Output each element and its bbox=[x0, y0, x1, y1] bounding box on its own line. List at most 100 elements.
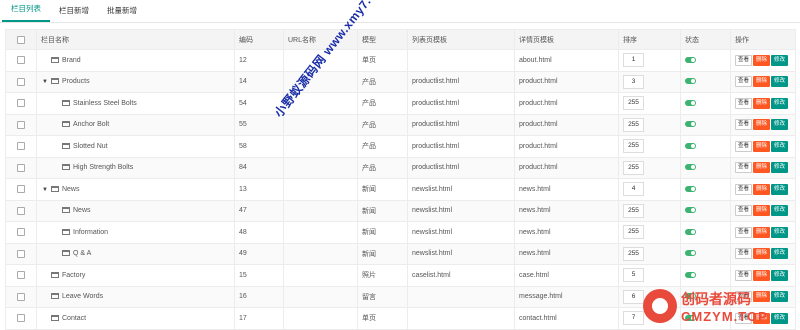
header-select-all[interactable] bbox=[5, 29, 37, 50]
row-select[interactable] bbox=[5, 135, 37, 158]
edit-button[interactable]: 修改 bbox=[771, 140, 789, 152]
edit-button[interactable]: 修改 bbox=[771, 183, 789, 195]
row-checkbox[interactable] bbox=[17, 228, 25, 237]
cell-name: Factory bbox=[36, 264, 235, 287]
row-select[interactable] bbox=[5, 156, 37, 179]
row-checkbox[interactable] bbox=[17, 142, 25, 151]
edit-button[interactable]: 修改 bbox=[771, 269, 789, 281]
row-checkbox[interactable] bbox=[17, 99, 25, 108]
cell-list-template: productlist.html bbox=[407, 92, 515, 115]
view-button[interactable]: 查看 bbox=[735, 54, 753, 66]
edit-button[interactable]: 修改 bbox=[771, 226, 789, 238]
row-checkbox[interactable] bbox=[17, 120, 25, 129]
view-button[interactable]: 查看 bbox=[735, 140, 753, 152]
select-all-checkbox[interactable] bbox=[17, 35, 25, 44]
edit-button[interactable]: 修改 bbox=[771, 162, 789, 174]
sort-input[interactable]: 1 bbox=[623, 53, 644, 68]
view-button[interactable]: 查看 bbox=[735, 183, 753, 195]
status-toggle[interactable] bbox=[685, 56, 696, 63]
cell-list-template: caselist.html bbox=[407, 264, 515, 287]
delete-button[interactable]: 删除 bbox=[753, 119, 771, 131]
row-checkbox[interactable] bbox=[17, 206, 25, 215]
cell-actions: 查看 删除 修改 bbox=[730, 156, 796, 179]
view-button[interactable]: 查看 bbox=[735, 97, 753, 109]
delete-button[interactable]: 删除 bbox=[753, 248, 771, 260]
delete-button[interactable]: 删除 bbox=[753, 54, 771, 66]
sort-input[interactable]: 255 bbox=[623, 225, 644, 240]
sort-input[interactable]: 4 bbox=[623, 182, 644, 197]
edit-button[interactable]: 修改 bbox=[771, 97, 789, 109]
status-toggle[interactable] bbox=[685, 164, 696, 171]
status-toggle[interactable] bbox=[685, 185, 696, 192]
status-toggle[interactable] bbox=[685, 250, 696, 257]
cell-detail-template: contact.html bbox=[514, 307, 619, 330]
view-button[interactable]: 查看 bbox=[735, 248, 753, 260]
sort-input[interactable]: 255 bbox=[623, 139, 644, 154]
status-toggle[interactable] bbox=[685, 121, 696, 128]
row-select[interactable] bbox=[5, 285, 37, 308]
sort-input[interactable]: 3 bbox=[623, 74, 644, 89]
delete-button[interactable]: 删除 bbox=[753, 205, 771, 217]
row-checkbox[interactable] bbox=[17, 185, 25, 194]
cell-list-template: productlist.html bbox=[407, 113, 515, 136]
sort-input[interactable]: 255 bbox=[623, 117, 644, 132]
delete-button[interactable]: 删除 bbox=[753, 76, 771, 88]
row-select[interactable] bbox=[5, 70, 37, 93]
collapse-caret-icon[interactable]: ▼ bbox=[42, 79, 48, 85]
row-select[interactable] bbox=[5, 307, 37, 330]
delete-button[interactable]: 删除 bbox=[753, 269, 771, 281]
delete-button[interactable]: 删除 bbox=[753, 97, 771, 109]
row-select[interactable] bbox=[5, 49, 37, 72]
delete-button[interactable]: 删除 bbox=[753, 226, 771, 238]
view-button[interactable]: 查看 bbox=[735, 119, 753, 131]
status-toggle[interactable] bbox=[685, 228, 696, 235]
view-button[interactable]: 查看 bbox=[735, 226, 753, 238]
tab-column-list[interactable]: 栏目列表 bbox=[2, 0, 50, 22]
row-checkbox[interactable] bbox=[17, 77, 25, 86]
row-select[interactable] bbox=[5, 178, 37, 201]
view-button[interactable]: 查看 bbox=[735, 269, 753, 281]
status-toggle[interactable] bbox=[685, 99, 696, 106]
row-select[interactable] bbox=[5, 221, 37, 244]
edit-button[interactable]: 修改 bbox=[771, 119, 789, 131]
row-checkbox[interactable] bbox=[17, 163, 25, 172]
view-button[interactable]: 查看 bbox=[735, 76, 753, 88]
edit-button[interactable]: 修改 bbox=[771, 248, 789, 260]
sort-input[interactable]: 6 bbox=[623, 289, 644, 304]
sort-input[interactable]: 5 bbox=[623, 268, 644, 283]
sort-input[interactable]: 255 bbox=[623, 203, 644, 218]
sort-input[interactable]: 255 bbox=[623, 96, 644, 111]
collapse-caret-icon[interactable]: ▼ bbox=[42, 187, 48, 193]
row-select[interactable] bbox=[5, 199, 37, 222]
delete-button[interactable]: 删除 bbox=[753, 162, 771, 174]
row-select[interactable] bbox=[5, 92, 37, 115]
row-select[interactable] bbox=[5, 113, 37, 136]
tab-batch-add[interactable]: 批量新增 bbox=[98, 2, 146, 22]
row-checkbox[interactable] bbox=[17, 314, 25, 323]
sort-input[interactable]: 255 bbox=[623, 160, 644, 175]
delete-button[interactable]: 删除 bbox=[753, 183, 771, 195]
row-select[interactable] bbox=[5, 264, 37, 287]
view-button[interactable]: 查看 bbox=[735, 205, 753, 217]
view-button[interactable]: 查看 bbox=[735, 162, 753, 174]
sort-input[interactable]: 255 bbox=[623, 246, 644, 261]
row-select[interactable] bbox=[5, 242, 37, 265]
sort-input[interactable]: 7 bbox=[623, 311, 644, 326]
delete-button[interactable]: 删除 bbox=[753, 140, 771, 152]
row-checkbox[interactable] bbox=[17, 271, 25, 280]
row-checkbox[interactable] bbox=[17, 292, 25, 301]
edit-button[interactable]: 修改 bbox=[771, 54, 789, 66]
status-toggle[interactable] bbox=[685, 142, 696, 149]
tab-column-add[interactable]: 栏目新增 bbox=[50, 2, 98, 22]
cell-status bbox=[680, 135, 731, 158]
cell-list-template: newslist.html bbox=[407, 199, 515, 222]
header-detail-template: 详情页模板 bbox=[514, 29, 619, 50]
row-checkbox[interactable] bbox=[17, 249, 25, 258]
edit-button[interactable]: 修改 bbox=[771, 205, 789, 217]
cell-list-template: newslist.html bbox=[407, 178, 515, 201]
row-checkbox[interactable] bbox=[17, 56, 25, 65]
status-toggle[interactable] bbox=[685, 78, 696, 85]
status-toggle[interactable] bbox=[685, 271, 696, 278]
edit-button[interactable]: 修改 bbox=[771, 76, 789, 88]
status-toggle[interactable] bbox=[685, 207, 696, 214]
